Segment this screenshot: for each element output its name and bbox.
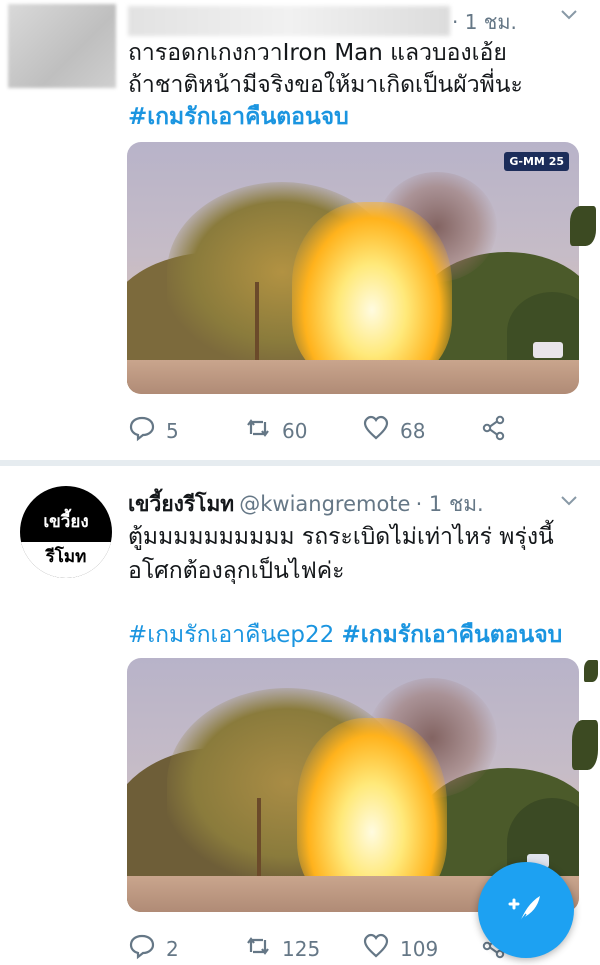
like-count: 109 <box>400 936 439 961</box>
like-button[interactable]: 68 <box>362 414 425 447</box>
retweet-count: 60 <box>282 418 308 443</box>
channel-logo: G-MM 25 <box>504 152 569 171</box>
share-icon <box>480 414 508 447</box>
compose-tweet-button[interactable] <box>478 862 574 958</box>
avatar-text-line-1: เขวี้ยง <box>43 512 89 532</box>
tweet-text-line-1: ถารอดกเกงกวาIron Man แลวบองเอ้ย <box>128 40 507 66</box>
image-edge <box>570 206 596 246</box>
like-button[interactable]: 109 <box>362 932 438 965</box>
tweet-text-line-2: อโศกต้องลุกเป็นไฟค่ะ <box>128 558 345 584</box>
retweet-icon <box>244 932 272 965</box>
image-edge <box>572 720 598 770</box>
retweet-count: 125 <box>282 936 321 961</box>
reply-count: 5 <box>166 418 179 443</box>
tweet-1[interactable]: · 1 ชม. ถารอดกเกงกวาIron Man แลวบองเอ้ย … <box>0 0 600 462</box>
reply-count: 2 <box>166 936 179 961</box>
tweet-time: · 1 ชม. <box>415 492 484 516</box>
display-name-blurred <box>128 6 450 36</box>
retweet-button[interactable]: 125 <box>244 932 320 965</box>
tweet-image[interactable]: G-MM 25 <box>127 142 579 394</box>
tweet-divider <box>0 460 600 466</box>
hashtag-link[interactable]: #เกมรักเอาคืนep22 <box>128 622 334 648</box>
tweet-text-line-2: ถ้าชาติหน้ามีจริงขอให้มาเกิดเป็นผัวพี่นะ <box>128 72 523 98</box>
like-count: 68 <box>400 418 426 443</box>
retweet-button[interactable]: 60 <box>244 414 307 447</box>
tweet-time: · 1 ชม. <box>452 10 517 34</box>
display-name[interactable]: เขวี้ยงรีโมท <box>128 492 234 516</box>
heart-icon <box>362 932 390 965</box>
reply-button[interactable]: 2 <box>128 932 179 965</box>
hashtag-link[interactable]: #เกมรักเอาคืนตอนจบ <box>342 622 563 648</box>
avatar-text-line-2: รีโมท <box>20 542 112 578</box>
reply-icon <box>128 932 156 965</box>
retweet-icon <box>244 414 272 447</box>
reply-button[interactable]: 5 <box>128 414 179 447</box>
reply-icon <box>128 414 156 447</box>
tweet-text-line-1: ตู้มมมมมมมมมม รถระเบิดไม่เท่าไหร่ พรุ่งน… <box>128 524 554 550</box>
chevron-down-icon[interactable] <box>560 6 578 27</box>
share-button[interactable] <box>480 414 508 447</box>
heart-icon <box>362 414 390 447</box>
hashtag-link[interactable]: #เกมรักเอาคืนตอนจบ <box>128 102 349 132</box>
avatar[interactable]: เขวี้ยง รีโมท <box>20 486 112 578</box>
chevron-down-icon[interactable] <box>560 492 578 513</box>
avatar-blurred[interactable] <box>8 4 116 88</box>
user-handle[interactable]: @kwiangremote <box>239 492 410 516</box>
compose-feather-icon <box>504 886 548 934</box>
image-edge <box>584 660 598 682</box>
